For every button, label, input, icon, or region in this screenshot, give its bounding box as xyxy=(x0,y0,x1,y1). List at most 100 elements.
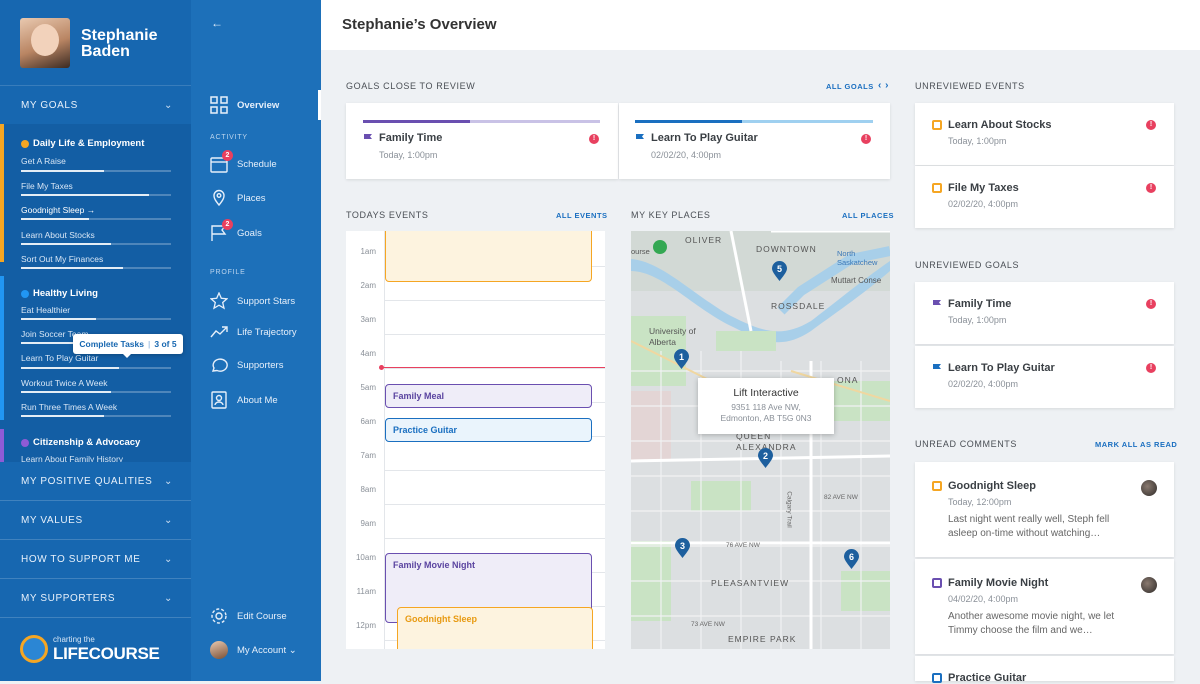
progress-tooltip: Complete Tasks | 3 of 5 xyxy=(73,334,183,358)
lifecourse-logo: charting the LIFECOURSE xyxy=(20,634,170,666)
goal-item[interactable]: Learn About Family History xyxy=(21,454,171,462)
card-subtitle: 04/02/20, 4:00pm xyxy=(948,594,1019,604)
hour-label: 9am xyxy=(360,519,376,528)
nav-active-indicator xyxy=(318,90,321,120)
values-header[interactable]: MY VALUES ⌄ xyxy=(0,501,191,540)
map-pin[interactable]: 3 xyxy=(674,538,691,558)
avatar[interactable] xyxy=(20,18,70,68)
unreviewed-event-card[interactable]: Learn About Stocks Today, 1:00pm ! xyxy=(915,103,1174,165)
nav-edit-course[interactable]: Edit Course xyxy=(210,607,287,625)
calendar-icon xyxy=(932,120,942,130)
map-label: North Saskatchew xyxy=(837,249,878,267)
map-pin-label: 3 xyxy=(680,541,685,551)
nav-support-stars[interactable]: Support Stars xyxy=(209,291,295,310)
day-schedule[interactable]: 1am 2am 3am 4am 5am 6am 7am 8am 9am 10am 11am 12pm … xyxy=(346,231,605,649)
hour-gridline xyxy=(384,538,605,539)
nav-overview[interactable]: Overview xyxy=(210,96,279,114)
nav-supporters[interactable]: Supporters xyxy=(210,356,283,374)
card-subtitle: Today, 12:00pm xyxy=(948,497,1012,507)
unreviewed-goals-label: UNREVIEWED GOALS xyxy=(915,260,1020,270)
nav-life-trajectory[interactable]: Life Trajectory xyxy=(210,323,297,341)
all-events-link[interactable]: ALL EVENTS xyxy=(556,211,608,220)
card-title: Learn To Play Guitar xyxy=(651,132,758,144)
map-pin[interactable]: 1 xyxy=(673,349,690,369)
star-icon xyxy=(209,291,229,310)
map-label: 76 AVE NW xyxy=(726,542,760,549)
all-goals-link[interactable]: ALL GOALS xyxy=(826,82,874,91)
collapse-icon[interactable]: ← xyxy=(211,16,223,30)
flag-icon xyxy=(636,134,644,144)
event-practice-guitar[interactable]: Practice Guitar xyxy=(385,418,592,442)
chevron-down-icon: ⌄ xyxy=(164,515,173,526)
logo-tagline: charting the xyxy=(53,635,95,644)
hour-gridline xyxy=(384,368,605,369)
goals-list[interactable]: Daily Life & Employment Get A Raise File… xyxy=(0,124,191,462)
goal-review-card[interactable]: Family Time Today, 1:00pm ! xyxy=(346,103,618,179)
carousel-arrows-icon[interactable]: ‹ › xyxy=(878,80,889,91)
current-time-dot xyxy=(379,365,384,370)
card-title: Goodnight Sleep xyxy=(948,480,1036,492)
calendar-icon xyxy=(932,183,942,193)
event-block[interactable] xyxy=(385,231,592,282)
comment-card[interactable]: Practice Guitar xyxy=(915,656,1174,684)
alert-icon: ! xyxy=(1146,183,1156,193)
how-to-support-header[interactable]: HOW TO SUPPORT ME ⌄ xyxy=(0,540,191,579)
goal-item[interactable]: Goodnight Sleep → xyxy=(21,205,171,215)
section-label: MY SUPPORTERS xyxy=(21,593,116,604)
nav-schedule[interactable]: 2 Schedule xyxy=(210,150,277,173)
category-citizenship[interactable]: Citizenship & Advocacy xyxy=(21,437,140,448)
tooltip-text: Complete Tasks xyxy=(79,339,144,349)
event-goodnight-sleep[interactable]: Goodnight Sleep xyxy=(397,607,593,649)
goal-item[interactable]: Run Three Times A Week xyxy=(21,402,171,412)
goal-progress-fill xyxy=(21,318,96,320)
goal-progress xyxy=(363,120,600,123)
mark-all-read-link[interactable]: MARK ALL AS READ xyxy=(1095,440,1177,449)
goal-progress-fill xyxy=(635,120,743,123)
goal-progress xyxy=(21,318,171,320)
unreviewed-goal-card[interactable]: Family Time Today, 1:00pm ! xyxy=(915,282,1174,344)
category-label: Healthy Living xyxy=(33,288,98,299)
nav-my-account[interactable]: My Account ⌄ xyxy=(210,641,297,659)
chevron-down-icon: ⌄ xyxy=(164,100,173,111)
goal-item[interactable]: Eat Healthier xyxy=(21,305,171,315)
goal-item[interactable]: Learn About Stocks xyxy=(21,230,171,240)
page-title: Stephanie’s Overview xyxy=(342,16,497,33)
nav-about-me[interactable]: About Me xyxy=(210,391,278,409)
goal-item[interactable]: Sort Out My Finances xyxy=(21,254,171,264)
calendar-icon: 2 xyxy=(210,150,233,173)
supporters-header[interactable]: MY SUPPORTERS ⌄ xyxy=(0,579,191,618)
my-goals-header[interactable]: MY GOALS ⌄ xyxy=(0,86,191,125)
map-pin[interactable]: 5 xyxy=(771,261,788,281)
goal-item[interactable]: Learn To Play Guitar xyxy=(21,353,171,363)
hour-gridline xyxy=(384,470,605,471)
event-family-meal[interactable]: Family Meal xyxy=(385,384,592,408)
unreviewed-event-card[interactable]: File My Taxes 02/02/20, 4:00pm ! xyxy=(915,166,1174,228)
flag-icon xyxy=(933,364,941,374)
card-subtitle: 02/02/20, 4:00pm xyxy=(948,379,1019,389)
comment-card[interactable]: Family Movie Night 04/02/20, 4:00pm Anot… xyxy=(915,559,1174,654)
positive-qualities-header[interactable]: MY POSITIVE QUALITIES ⌄ xyxy=(0,462,191,501)
card-title: Family Movie Night xyxy=(948,577,1049,589)
unreviewed-goal-card[interactable]: Learn To Play Guitar 02/02/20, 4:00pm ! xyxy=(915,346,1174,408)
goal-progress-fill xyxy=(21,367,119,369)
goal-item[interactable]: Workout Twice A Week xyxy=(21,378,171,388)
map-pin[interactable]: 2 xyxy=(757,448,774,468)
logo-icon xyxy=(20,635,48,663)
goal-item[interactable]: Get A Raise xyxy=(21,156,171,166)
goal-review-card[interactable]: Learn To Play Guitar 02/02/20, 4:00pm ! xyxy=(619,103,890,179)
comment-body: Last night went really well, Steph fell … xyxy=(948,514,1110,539)
comment-card[interactable]: Goodnight Sleep Today, 12:00pm Last nigh… xyxy=(915,462,1174,557)
map-pin-label: 6 xyxy=(849,552,854,562)
category-healthy-living[interactable]: Healthy Living xyxy=(21,288,98,299)
all-places-link[interactable]: ALL PLACES xyxy=(842,211,894,220)
todays-events-label: TODAYS EVENTS xyxy=(346,210,429,220)
nav-goals[interactable]: 2 Goals xyxy=(210,219,262,242)
category-daily-life[interactable]: Daily Life & Employment xyxy=(21,138,144,149)
nav-places[interactable]: Places xyxy=(210,189,266,207)
map-pin[interactable]: 6 xyxy=(843,549,860,569)
nav-label: Life Trajectory xyxy=(237,326,297,338)
map-label: PLEASANTVIEW xyxy=(711,578,790,588)
hour-label: 7am xyxy=(360,451,376,460)
places-map[interactable]: OLIVER DOWNTOWN North Saskatchew Muttart… xyxy=(631,231,890,649)
goal-item[interactable]: File My Taxes xyxy=(21,181,171,191)
